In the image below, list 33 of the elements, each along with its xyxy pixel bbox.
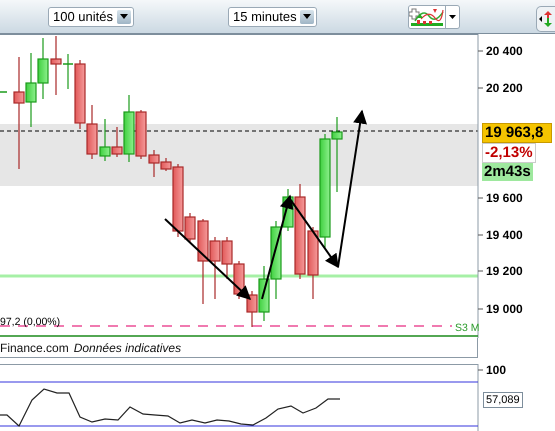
indicator-button[interactable] [408,4,460,28]
candlestick [0,91,7,93]
caret-icon [303,14,311,19]
chart-indicator-icon [409,6,445,28]
candlestick [37,38,49,99]
axis-label: 100 [486,364,506,377]
candlestick [99,119,111,161]
pivot-label: 97,2 (0,00%) [0,316,60,328]
change-tag: -2,13% [482,143,536,163]
quantity-dropdown-value: 100 unités [53,9,113,24]
axis-tick [478,308,484,310]
axis-label: 20 200 [486,81,523,95]
countdown-tag: 2m43s [482,163,533,181]
dropdown-button[interactable] [117,10,131,24]
axis-label: 19 600 [486,191,523,205]
caret-icon [120,14,128,19]
axis-tick [478,50,484,52]
candlestick [86,105,98,159]
axis-tick [478,270,484,272]
period-dropdown-value: 15 minutes [233,9,297,24]
dropdown-button[interactable] [300,10,314,24]
axis-label: 20 400 [486,44,523,58]
axis-label: 19 200 [486,264,523,278]
swap-icon[interactable] [536,6,555,32]
last-price-tag: 19 963,8 [482,123,552,143]
axis-label: 19 000 [486,302,523,316]
level-label: S3 M [455,322,480,334]
axis-label: 19 400 [486,228,523,242]
caret-icon [449,14,456,18]
data-note: Données indicatives [74,340,182,354]
oscillator-value-tag: 57,089 [483,392,523,408]
axis-tick [478,234,484,236]
source-text: Finance.com [0,340,69,354]
